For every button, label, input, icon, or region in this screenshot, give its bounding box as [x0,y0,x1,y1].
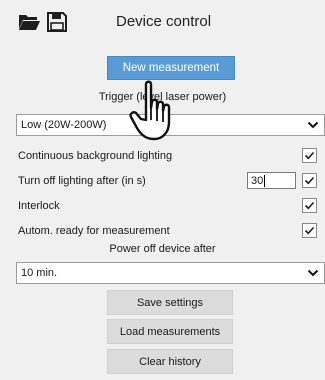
checkmark-icon [304,176,315,185]
checkmark-icon [304,151,315,160]
power-off-select[interactable]: 10 min. [16,262,325,284]
chevron-down-icon [307,267,319,279]
turn-off-lighting-value: 30 [251,174,264,187]
checkmark-icon [304,226,315,235]
text-caret [264,174,266,187]
power-off-label: Power off device after [109,243,216,255]
auto-ready-checkbox[interactable] [302,223,317,238]
auto-ready-label: Autom. ready for measurement [18,225,170,237]
turn-off-lighting-checkbox[interactable] [302,173,317,188]
power-off-selected-value: 10 min. [21,267,58,279]
interlock-checkbox[interactable] [302,198,317,213]
clear-history-button[interactable]: Clear history [107,349,233,374]
continuous-lighting-label: Continuous background lighting [18,150,173,162]
save-settings-button[interactable]: Save settings [107,290,233,315]
save-disk-icon[interactable] [47,12,67,37]
device-control-panel: Device control New measurement Trigger (… [0,0,325,380]
folder-open-icon[interactable] [18,13,40,36]
turn-off-lighting-label: Turn off lighting after (in s) [18,175,146,187]
interlock-label: Interlock [18,200,60,212]
hand-pointer-icon [128,80,178,149]
load-measurements-button[interactable]: Load measurements [107,319,233,344]
checkmark-icon [304,201,315,210]
continuous-lighting-checkbox[interactable] [302,148,317,163]
turn-off-lighting-input[interactable]: 30 [247,172,296,189]
page-title: Device control [116,13,212,30]
chevron-down-icon [307,119,319,131]
trigger-selected-value: Low (20W-200W) [21,119,107,131]
new-measurement-button[interactable]: New measurement [107,56,235,80]
